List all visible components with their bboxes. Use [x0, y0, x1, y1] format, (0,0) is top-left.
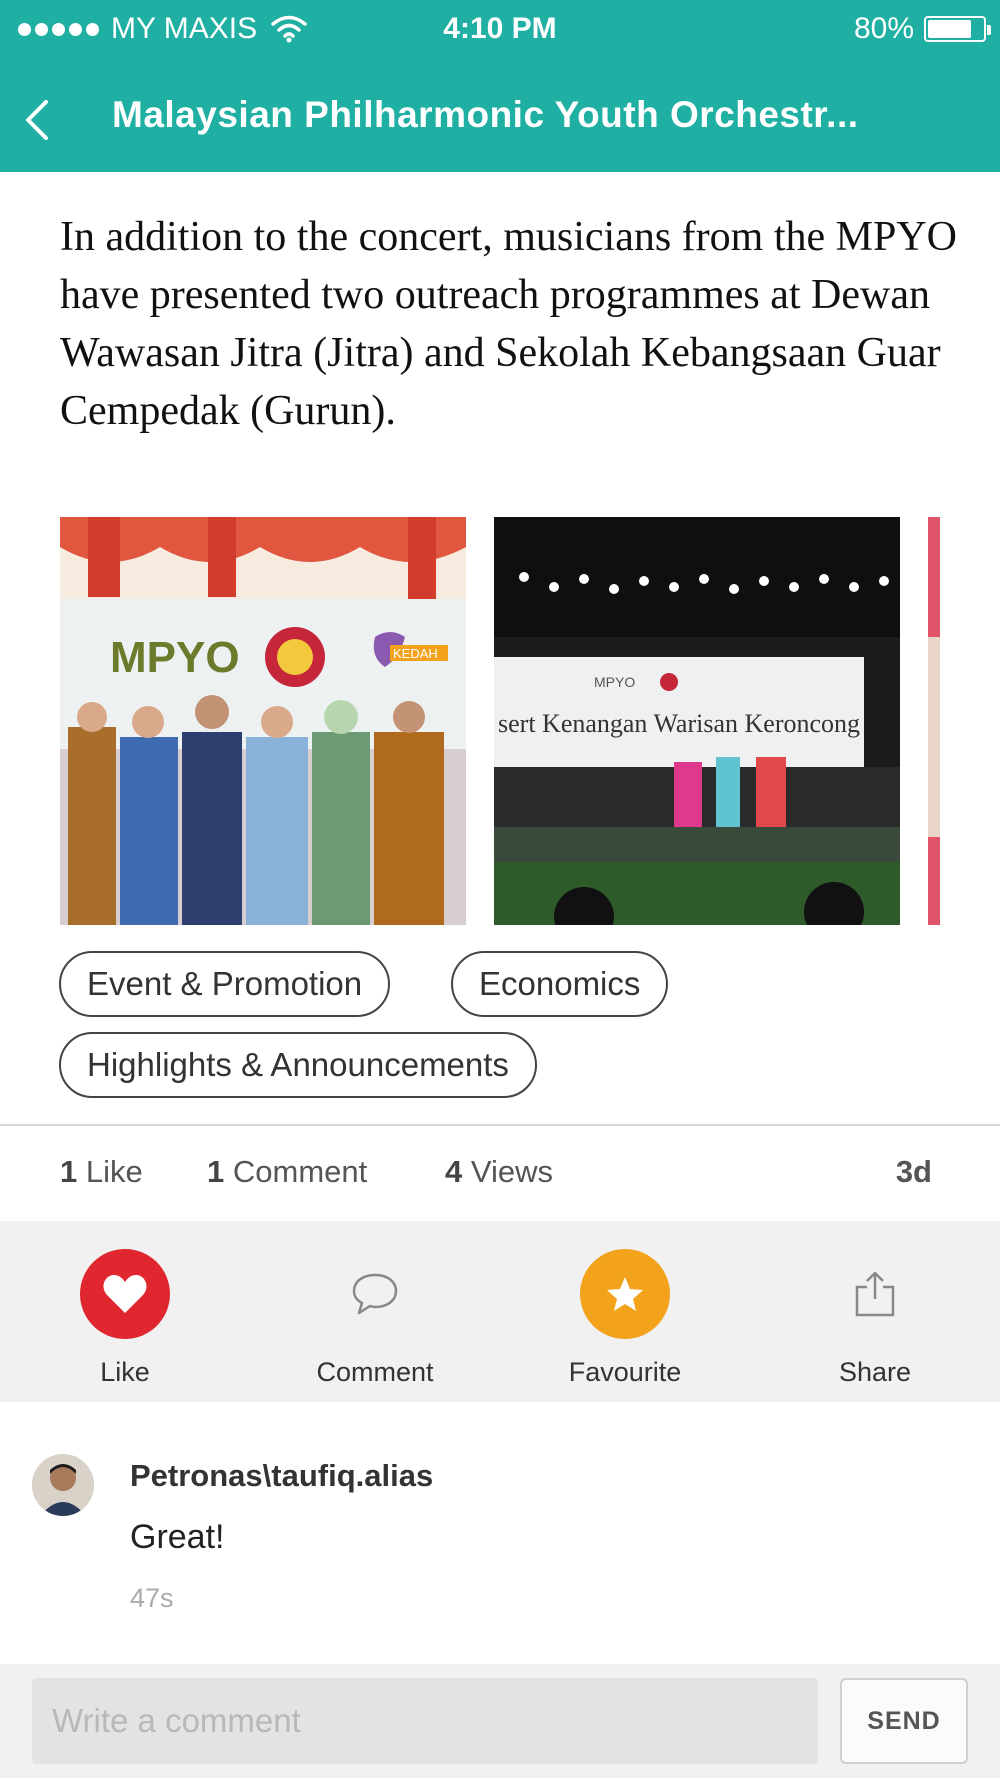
comment-button[interactable]: Comment — [275, 1249, 475, 1388]
views-stat: 4 Views — [445, 1154, 553, 1190]
battery-status: 80% — [853, 12, 991, 46]
likes-label: Like — [85, 1154, 143, 1189]
tag-chip[interactable]: Highlights & Announcements — [59, 1032, 537, 1098]
comments-count: 1 — [207, 1154, 225, 1189]
views-count: 4 — [445, 1154, 463, 1189]
likes-stat[interactable]: 1 Like — [60, 1154, 143, 1190]
post-body: In addition to the concert, musicians fr… — [60, 214, 957, 434]
send-button[interactable]: SEND — [840, 1678, 968, 1764]
nav-bar: Malaysian Philharmonic Youth Orchestr... — [0, 80, 1000, 160]
battery-percent: 80% — [853, 12, 914, 45]
comment-composer: SEND — [0, 1664, 1000, 1778]
heart-icon — [80, 1249, 170, 1339]
comment-label: Comment — [316, 1357, 434, 1387]
comments-label: Comment — [232, 1154, 368, 1189]
app-header: MY MAXIS 4:10 PM 80% Malaysian Philharmo… — [0, 0, 1000, 172]
action-bar: Like Comment Favourite Share — [0, 1221, 1000, 1402]
status-bar: MY MAXIS 4:10 PM 80% — [0, 0, 1000, 56]
photo-banner-text: sert Kenangan Warisan Keroncong — [498, 709, 860, 738]
like-label: Like — [100, 1357, 150, 1387]
favourite-button[interactable]: Favourite — [525, 1249, 725, 1388]
photo-concert-stage[interactable]: MPYO sert Kenangan Warisan Keroncong — [494, 517, 900, 925]
share-button[interactable]: Share — [775, 1249, 975, 1388]
likes-count: 1 — [60, 1154, 78, 1189]
views-label: Views — [470, 1154, 554, 1189]
divider — [0, 1124, 1000, 1126]
speech-bubble-icon — [330, 1249, 420, 1339]
comment-text: Great! — [130, 1518, 225, 1556]
photo-banner-text: MPYO — [110, 633, 240, 682]
share-label: Share — [838, 1357, 912, 1387]
star-icon — [580, 1249, 670, 1339]
share-icon — [830, 1249, 920, 1339]
comment-time: 47s — [130, 1583, 174, 1613]
like-button[interactable]: Like — [25, 1249, 225, 1388]
tag-chip[interactable]: Event & Promotion — [59, 951, 391, 1017]
post-stats: 1 Like 1 Comment 4 Views 3d — [0, 1150, 1000, 1202]
comment-item: Petronas\taufiq.alias Great! 47s — [0, 1418, 1000, 1658]
photo-partial[interactable] — [928, 517, 940, 925]
tag-chip[interactable]: Economics — [451, 951, 669, 1017]
comment-input[interactable] — [32, 1678, 818, 1764]
comment-author[interactable]: Petronas\taufiq.alias — [130, 1458, 433, 1494]
comments-stat[interactable]: 1 Comment — [207, 1154, 367, 1190]
photo-group-portrait[interactable]: MPYO KEDAH — [60, 517, 466, 925]
photo-logo-text: KEDAH — [393, 646, 438, 661]
battery-icon — [924, 16, 991, 42]
photo-gallery[interactable]: MPYO KEDAH MPYO sert Kenangan Warisan Ke… — [60, 517, 940, 925]
post-age: 3d — [895, 1154, 932, 1189]
favourite-label: Favourite — [568, 1357, 682, 1387]
page-title: Malaysian Philharmonic Youth Orchestr... — [112, 94, 859, 135]
chevron-left-icon[interactable] — [20, 96, 52, 144]
photo-logo-text: MPYO — [594, 674, 635, 690]
clock: 4:10 PM — [443, 12, 557, 45]
avatar[interactable] — [32, 1454, 94, 1516]
